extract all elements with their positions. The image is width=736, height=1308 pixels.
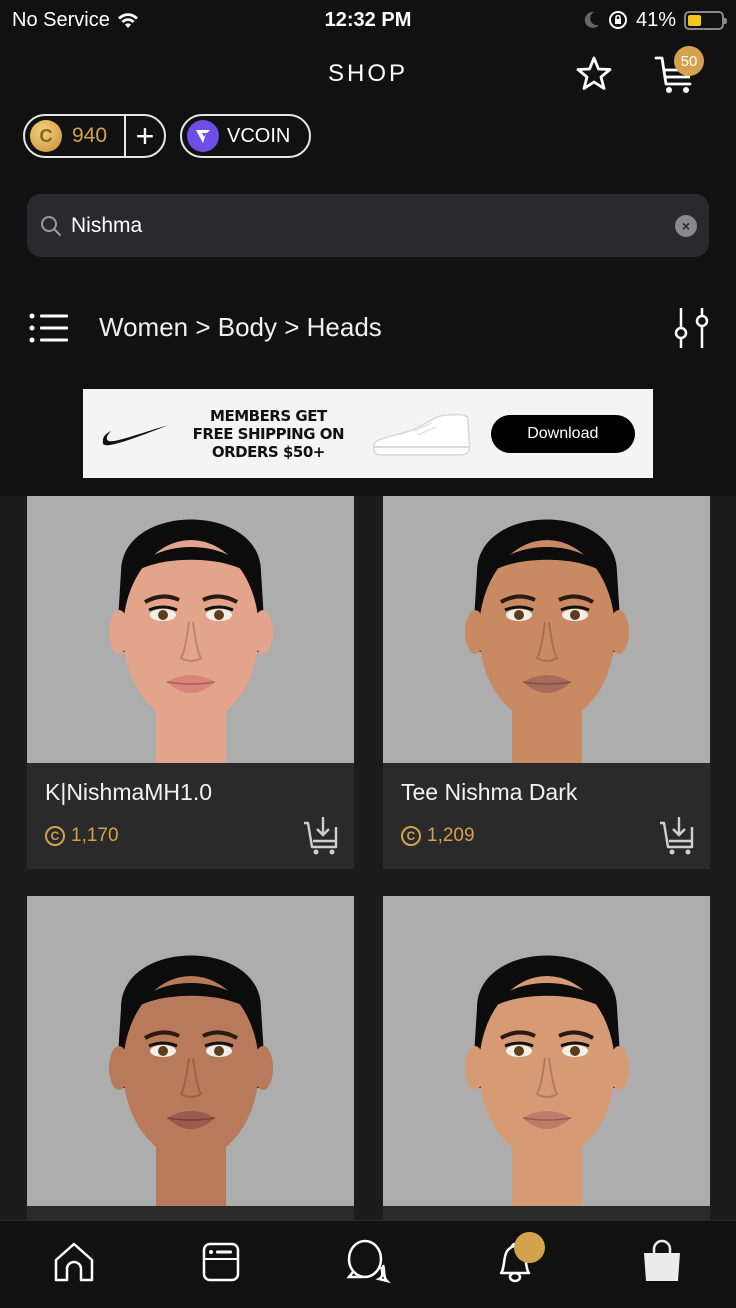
status-bar: No Service 12:32 PM 41% — [0, 0, 736, 40]
product-card[interactable]: Tee Nishma Dark C 1,209 — [383, 496, 710, 869]
search-icon — [41, 215, 61, 236]
ad-headline-line: FREE SHIPPING ON — [192, 424, 345, 443]
product-image[interactable] — [27, 496, 354, 763]
product-image[interactable] — [27, 896, 354, 1206]
avatar-head-illustration — [108, 955, 273, 1206]
add-coins-button[interactable]: + — [126, 120, 164, 152]
nav-notifications[interactable] — [485, 1231, 546, 1292]
product-card[interactable] — [383, 896, 710, 1220]
shop-header: SHOP 50 — [0, 46, 736, 100]
battery-icon — [684, 10, 727, 30]
breadcrumb[interactable]: Women > Body > Heads — [99, 312, 382, 343]
shopping-bag-icon — [644, 1239, 681, 1281]
product-price: C 1,209 — [401, 825, 475, 847]
cart-count-badge: 50 — [674, 46, 704, 76]
home-icon — [54, 1242, 93, 1281]
product-info — [383, 1206, 710, 1220]
credit-coin-icon: C — [30, 120, 62, 152]
product-name: K|NishmaMH1.0 — [45, 779, 213, 805]
product-name: Tee Nishma Dark — [401, 779, 578, 805]
product-image[interactable] — [383, 496, 710, 763]
nav-shop[interactable] — [632, 1232, 692, 1292]
coin-balance-pill: C 940 + — [23, 114, 166, 158]
avatar-head-illustration — [464, 955, 629, 1206]
avatar-head-illustration — [464, 519, 629, 763]
vcoin-label: VCOIN — [227, 124, 291, 147]
wifi-icon — [117, 13, 138, 28]
sneaker-image — [373, 413, 471, 456]
product-image[interactable] — [383, 896, 710, 1206]
nav-home[interactable] — [44, 1232, 104, 1292]
product-price: C 1,170 — [45, 825, 119, 847]
product-grid: K|NishmaMH1.0 C 1,170 Tee Nishma Dark C 1,209 — [0, 496, 736, 1220]
search-input[interactable] — [71, 213, 675, 238]
nav-chat[interactable] — [338, 1232, 398, 1292]
category-list-icon[interactable] — [28, 310, 70, 346]
battery-fill — [688, 14, 702, 26]
category-row: Women > Body > Heads — [0, 300, 736, 356]
product-info — [27, 1206, 354, 1220]
clear-search-button[interactable]: × — [675, 214, 697, 237]
ad-headline: MEMBERS GET FREE SHIPPING ON ORDERS $50+ — [189, 407, 348, 461]
brand-swoosh-logo — [102, 424, 169, 445]
currency-row: C 940 + VCOIN — [23, 114, 311, 158]
coin-balance: 940 — [72, 124, 108, 147]
product-info: Tee Nishma Dark C 1,209 — [383, 763, 710, 869]
filter-sliders-icon[interactable] — [670, 306, 712, 350]
credit-coin-icon: C — [45, 826, 65, 846]
add-to-cart-icon[interactable] — [658, 815, 696, 855]
ad-headline-line: ORDERS $50+ — [211, 442, 325, 461]
feed-icon — [202, 1242, 240, 1281]
favorites-star-button[interactable] — [574, 54, 614, 94]
carrier-label: No Service — [12, 8, 110, 31]
ad-headline-line: MEMBERS GET — [210, 406, 327, 425]
ad-banner[interactable]: MEMBERS GET FREE SHIPPING ON ORDERS $50+… — [83, 389, 653, 478]
search-bar: × — [27, 194, 709, 257]
chat-bubbles-icon — [346, 1239, 391, 1283]
price-value: 1,209 — [427, 825, 475, 846]
product-info: K|NishmaMH1.0 C 1,170 — [27, 763, 354, 869]
product-card[interactable]: K|NishmaMH1.0 C 1,170 — [27, 496, 354, 869]
ad-download-button[interactable]: Download — [490, 414, 635, 453]
battery-percent: 41% — [635, 8, 676, 31]
add-to-cart-icon[interactable] — [302, 815, 340, 855]
moon-icon — [584, 11, 599, 28]
bottom-nav — [0, 1220, 736, 1308]
product-card[interactable] — [27, 896, 354, 1220]
vcoin-icon — [187, 120, 219, 152]
avatar-head-illustration — [108, 519, 273, 763]
vcoin-button[interactable]: VCOIN — [180, 114, 311, 158]
page-title: SHOP — [327, 60, 408, 87]
nav-feed[interactable] — [191, 1232, 251, 1292]
price-value: 1,170 — [71, 825, 119, 846]
credit-coin-icon: C — [401, 826, 421, 846]
orientation-lock-icon — [608, 11, 627, 29]
notification-dot — [514, 1231, 546, 1263]
